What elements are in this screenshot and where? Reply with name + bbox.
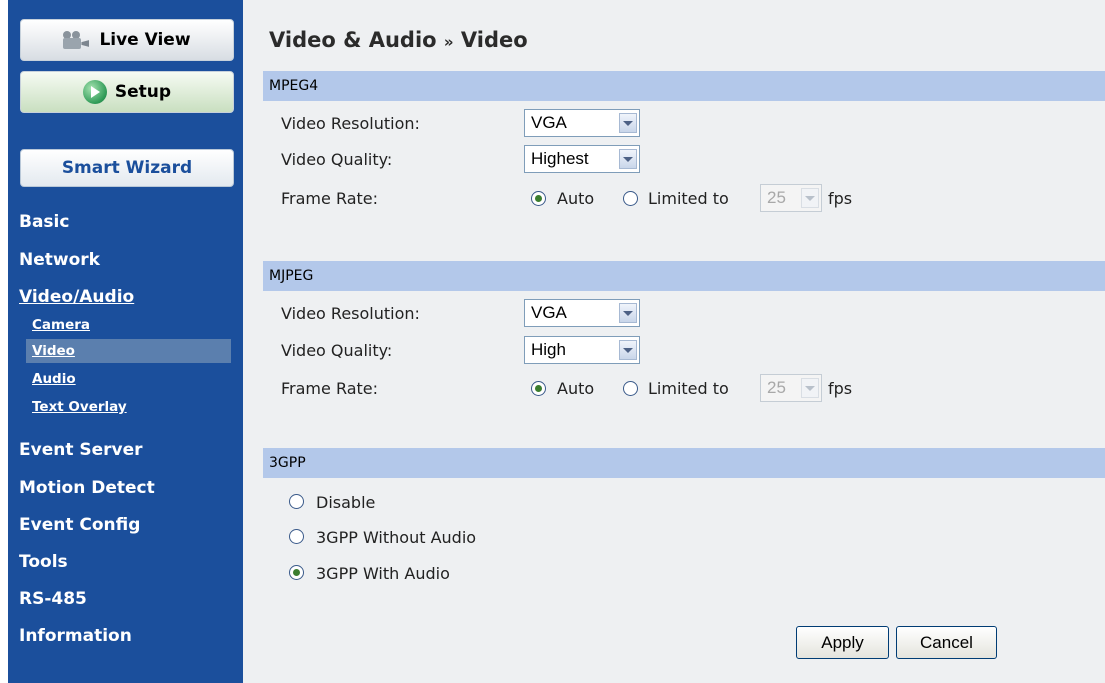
mpeg4-quality-value: Highest [531, 149, 589, 168]
mjpeg-resolution-value: VGA [531, 303, 567, 322]
mpeg4-resolution-value: VGA [531, 113, 567, 132]
mjpeg-quality-value: High [531, 340, 566, 359]
sidebar-item-rs485[interactable]: RS-485 [19, 589, 87, 609]
smart-wizard-label: Smart Wizard [61, 158, 193, 178]
sidebar-subitem-camera[interactable]: Camera [32, 317, 90, 333]
mpeg4-fps-unit: fps [828, 189, 853, 208]
mjpeg-fps-value: 25 [767, 378, 786, 397]
live-view-button[interactable]: Live View [20, 19, 234, 61]
sidebar-subitem-video[interactable]: Video [32, 343, 75, 359]
mpeg4-limited-radio[interactable] [623, 191, 638, 206]
mpeg4-auto-radio[interactable] [531, 191, 546, 206]
mpeg4-fps-value: 25 [767, 188, 786, 207]
chevron-down-icon [619, 149, 637, 169]
mjpeg-resolution-label: Video Resolution: [281, 304, 420, 323]
mpeg4-quality-label: Video Quality: [281, 150, 393, 169]
mpeg4-resolution-label: Video Resolution: [281, 114, 420, 133]
cancel-label: Cancel [920, 632, 973, 652]
mjpeg-framerate-label: Frame Rate: [281, 379, 379, 398]
chevron-down-icon [619, 303, 637, 323]
mpeg4-auto-label: Auto [557, 189, 595, 208]
page-title: Video & Audio » Video [269, 28, 528, 52]
sidebar-item-basic[interactable]: Basic [19, 212, 69, 232]
mjpeg-auto-radio[interactable] [531, 381, 546, 396]
mjpeg-quality-label: Video Quality: [281, 341, 393, 360]
3gpp-with-audio-label: 3GPP With Audio [316, 564, 450, 583]
sidebar: Live View Setup Smart Wizard Basic Netwo… [8, 0, 243, 683]
mpeg4-fps-select[interactable]: 25 [760, 184, 822, 212]
apply-button[interactable]: Apply [796, 626, 889, 659]
sidebar-subitem-audio[interactable]: Audio [32, 371, 76, 387]
chevron-down-icon [801, 188, 819, 208]
3gpp-without-audio-radio[interactable] [289, 529, 304, 544]
title-section: Video & Audio [269, 28, 437, 52]
sidebar-item-video-audio[interactable]: Video/Audio [19, 287, 134, 307]
mjpeg-limited-label: Limited to [648, 379, 729, 398]
setup-label: Setup [114, 82, 172, 102]
mjpeg-fps-unit: fps [828, 379, 853, 398]
setup-button[interactable]: Setup [20, 71, 234, 113]
title-page: Video [460, 28, 528, 52]
mpeg4-quality-select[interactable]: Highest [524, 145, 640, 173]
sidebar-item-information[interactable]: Information [19, 626, 132, 646]
sidebar-subitem-text-overlay[interactable]: Text Overlay [32, 399, 127, 415]
mjpeg-auto-label: Auto [557, 379, 595, 398]
3gpp-without-audio-label: 3GPP Without Audio [316, 528, 477, 547]
mpeg4-framerate-label: Frame Rate: [281, 189, 379, 208]
sidebar-item-event-config[interactable]: Event Config [19, 515, 140, 535]
sidebar-item-motion-detect[interactable]: Motion Detect [19, 478, 155, 498]
main-content: Video & Audio » Video MPEG4 Video Resolu… [243, 0, 1105, 683]
sidebar-item-event-server[interactable]: Event Server [19, 440, 143, 460]
3gpp-section-header: 3GPP [263, 448, 1105, 478]
3gpp-with-audio-radio[interactable] [289, 565, 304, 580]
chevron-down-icon [619, 340, 637, 360]
mjpeg-limited-radio[interactable] [623, 381, 638, 396]
mjpeg-quality-select[interactable]: High [524, 336, 640, 364]
chevron-down-icon [801, 378, 819, 398]
cancel-button[interactable]: Cancel [896, 626, 997, 659]
live-view-label: Live View [99, 30, 191, 50]
3gpp-disable-radio[interactable] [289, 494, 304, 509]
mpeg4-resolution-select[interactable]: VGA [524, 109, 640, 137]
title-separator: » [443, 33, 454, 51]
play-arrow-icon [82, 80, 107, 104]
3gpp-disable-label: Disable [316, 493, 376, 512]
apply-label: Apply [821, 632, 864, 652]
sidebar-item-network[interactable]: Network [19, 250, 100, 270]
mjpeg-section-header: MJPEG [263, 261, 1105, 291]
mjpeg-resolution-select[interactable]: VGA [524, 299, 640, 327]
mjpeg-fps-select[interactable]: 25 [760, 374, 822, 402]
chevron-down-icon [619, 113, 637, 133]
smart-wizard-button[interactable]: Smart Wizard [20, 149, 234, 187]
camera-icon [63, 31, 90, 49]
mpeg4-limited-label: Limited to [648, 189, 729, 208]
sidebar-item-tools[interactable]: Tools [19, 552, 68, 572]
mpeg4-section-header: MPEG4 [263, 71, 1105, 101]
